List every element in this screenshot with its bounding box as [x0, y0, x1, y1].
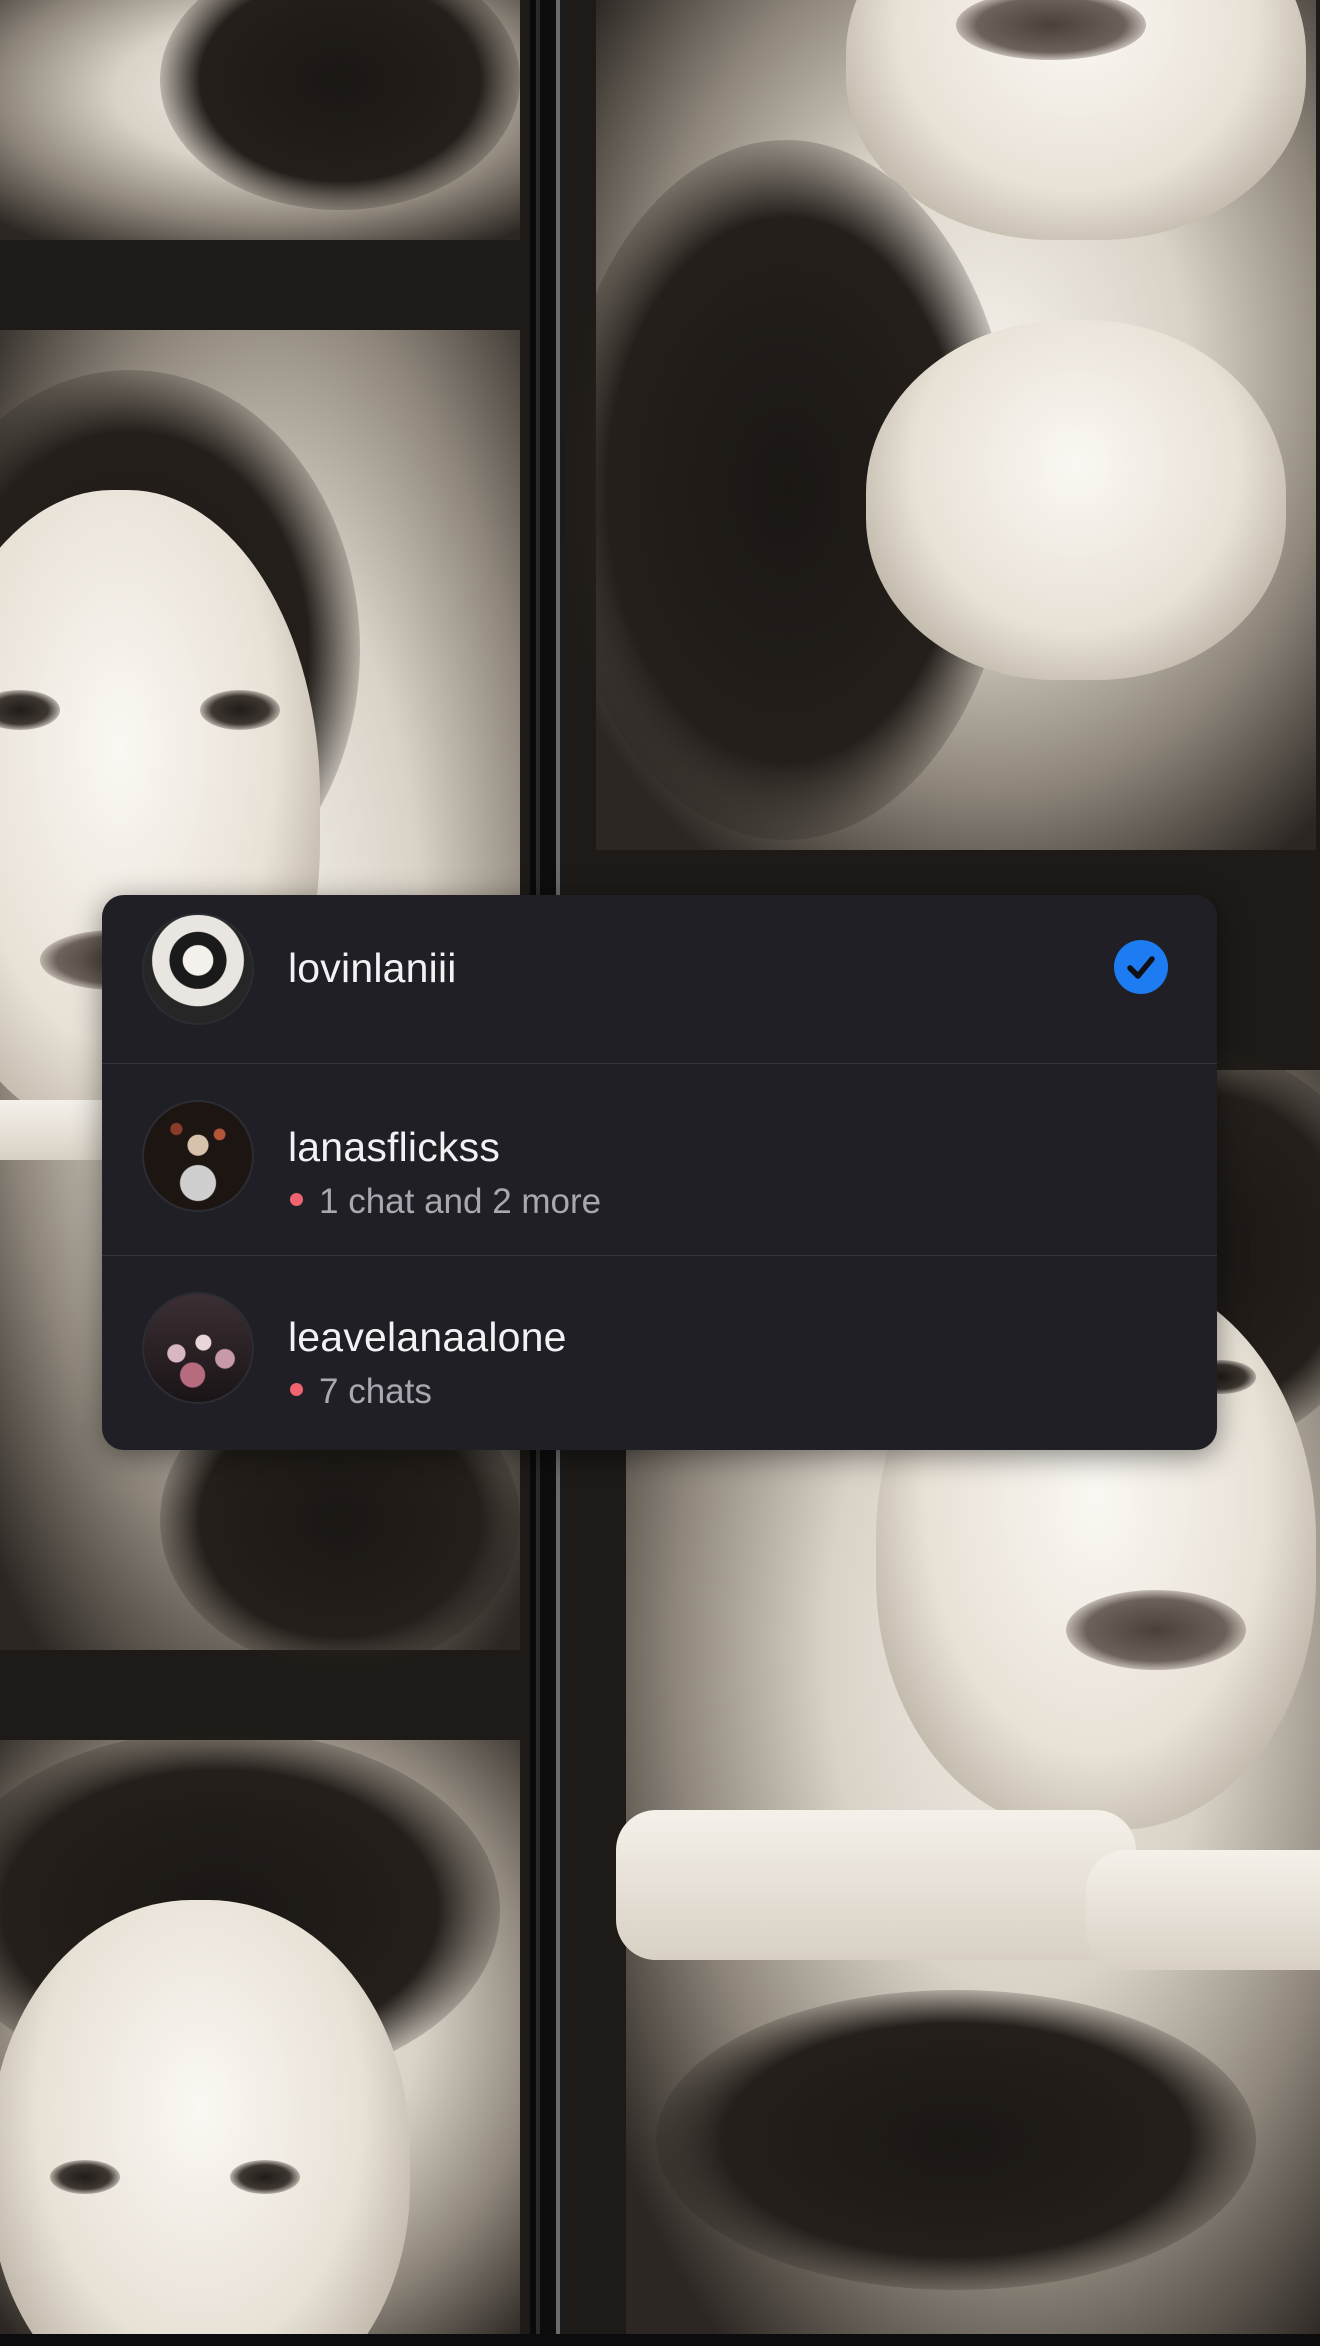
- account-row-leavelanaalone[interactable]: leavelanaalone 7 chats: [102, 1255, 1217, 1450]
- account-username: lovinlaniii: [288, 945, 457, 991]
- photo-frame: [0, 0, 520, 240]
- avatar: [144, 915, 252, 1023]
- account-row-lovinlaniii[interactable]: lovinlaniii: [102, 895, 1217, 1063]
- avatar: [144, 1294, 252, 1402]
- unread-dot-icon: [290, 1383, 303, 1397]
- bottom-edge: [0, 2334, 1320, 2346]
- account-activity: 1 chat and 2 more: [288, 1182, 601, 1222]
- photo-frame: [0, 1730, 520, 2334]
- account-activity-text: 7 chats: [319, 1372, 432, 1411]
- unread-dot-icon: [290, 1193, 303, 1207]
- account-activity-text: 1 chat and 2 more: [319, 1182, 602, 1221]
- account-activity: 7 chats: [288, 1372, 432, 1412]
- avatar: [144, 1102, 252, 1210]
- checkmark-circle-icon: [1114, 940, 1168, 994]
- photo-frame: [566, 0, 1316, 850]
- account-username: leavelanaalone: [288, 1314, 567, 1360]
- account-row-lanasflickss[interactable]: lanasflickss 1 chat and 2 more: [102, 1063, 1217, 1256]
- account-username: lanasflickss: [288, 1124, 501, 1170]
- account-switcher-menu: lovinlaniii lanasflickss 1 chat and 2 mo…: [102, 895, 1217, 1450]
